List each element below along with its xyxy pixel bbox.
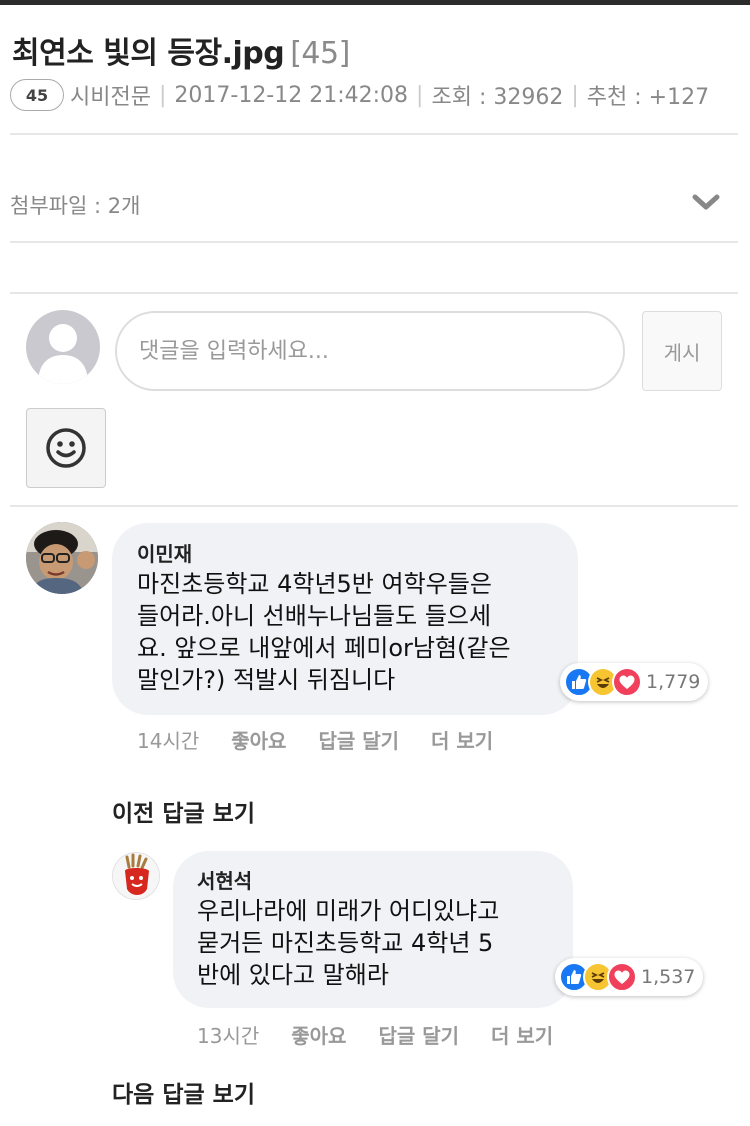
comment-time: 13시간: [197, 1024, 260, 1048]
attachments-label[interactable]: 첨부파일 : 2개: [10, 190, 140, 220]
divider: [10, 133, 738, 135]
previous-replies-link[interactable]: 이전 답글 보기: [112, 794, 255, 828]
post-comment-count[interactable]: [45]: [290, 36, 350, 71]
divider: [10, 505, 738, 507]
user-avatar-placeholder: [26, 310, 100, 384]
smiley-icon: [46, 428, 86, 468]
comment-line: 들어라.아니 선배누나님들도 들으세: [137, 602, 492, 630]
post-title: 최연소 빛의 등장.jpg [45]: [12, 28, 350, 72]
meta-separator: |: [158, 82, 167, 108]
more-link[interactable]: 더 보기: [431, 725, 493, 754]
comment-text: 우리나라에 미래가 어디있냐고 묻거든 마진초등학교 4학년 5 반에 있다고 …: [197, 895, 499, 991]
commenter-name[interactable]: 이민재: [137, 538, 192, 567]
comment-line: 말인가?) 적발시 뒤짐니다: [137, 666, 396, 694]
top-bar: [0, 0, 750, 5]
comment-actions: 14시간 좋아요 답글 달기 더 보기: [137, 725, 525, 754]
like-link[interactable]: 좋아요: [231, 725, 286, 754]
chevron-down-icon[interactable]: [690, 188, 722, 218]
post-likes: 추천 : +127: [586, 85, 710, 110]
meta-separator: |: [571, 82, 579, 108]
comment-line: 요. 앞으로 내앞에서 페미or남혐(같은: [137, 634, 511, 662]
comment-line: 우리나라에 미래가 어디있냐고: [197, 897, 500, 925]
commenter-name[interactable]: 서현석: [197, 865, 252, 894]
post-meta: 45 시비전문 | 2017-12-12 21:42:08 | 조회 : 329…: [10, 78, 709, 112]
comment-line: 묻거든 마진초등학교 4학년 5: [197, 929, 494, 957]
comment-text: 마진초등학교 4학년5반 여학우들은 들어라.아니 선배누나님들도 들으세 요.…: [137, 568, 511, 696]
comment-line: 반에 있다고 말해라: [197, 961, 389, 989]
reaction-count: 1,537: [641, 966, 696, 988]
reply-link[interactable]: 답글 달기: [318, 725, 399, 754]
like-link[interactable]: 좋아요: [291, 1020, 346, 1049]
reply-link[interactable]: 답글 달기: [378, 1020, 459, 1049]
post-comment-button[interactable]: 게시: [642, 311, 722, 391]
reaction-count: 1,779: [646, 671, 701, 693]
post-author[interactable]: 시비전문: [70, 79, 151, 111]
comment-input[interactable]: [115, 311, 625, 391]
reaction-summary[interactable]: 1,779: [560, 663, 709, 701]
emoji-button[interactable]: [26, 408, 106, 488]
next-replies-link[interactable]: 다음 답글 보기: [112, 1075, 255, 1109]
post-views: 조회 : 32962: [431, 85, 564, 110]
meta-separator: |: [416, 82, 424, 108]
divider: [10, 292, 738, 294]
commenter-avatar[interactable]: [26, 522, 98, 594]
more-link[interactable]: 더 보기: [491, 1020, 553, 1049]
comment-actions: 13시간 좋아요 답글 달기 더 보기: [197, 1020, 585, 1049]
divider: [10, 241, 738, 243]
comment-time: 14시간: [137, 729, 200, 753]
reaction-summary[interactable]: 1,537: [555, 958, 704, 996]
level-badge: 45: [10, 79, 64, 111]
post-datetime: 2017-12-12 21:42:08: [174, 82, 409, 108]
love-reaction-icon: [612, 667, 642, 697]
post-title-text: 최연소 빛의 등장.jpg: [12, 36, 285, 71]
comment-line: 마진초등학교 4학년5반 여학우들은: [137, 570, 492, 598]
love-reaction-icon: [607, 962, 637, 992]
commenter-avatar[interactable]: [112, 852, 160, 900]
